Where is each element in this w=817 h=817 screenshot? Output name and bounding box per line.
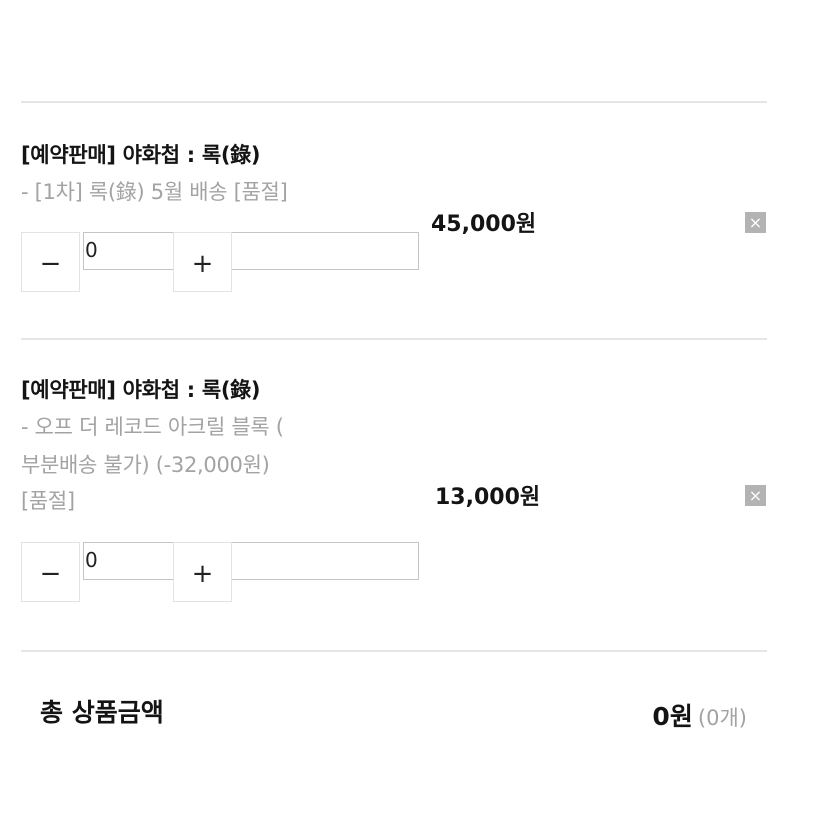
item-title: [예약판매] 야화첩 : 록(錄) (21, 378, 261, 402)
item-price: 45,000원 (431, 212, 537, 237)
minus-icon: − (39, 559, 62, 589)
increase-quantity-button[interactable]: + (173, 542, 232, 602)
item-option: - [1차] 록(錄) 5월 배송 [품절] (21, 180, 288, 204)
plus-icon: + (191, 249, 214, 279)
total-price: 0원 (652, 702, 693, 731)
item-price: 13,000원 (435, 485, 541, 510)
plus-icon: + (191, 559, 214, 589)
cart-item-2: [예약판매] 야화첩 : 록(錄) - 오프 더 레코드 아크릴 블록 ( 부분… (21, 338, 767, 650)
minus-icon: − (39, 249, 62, 279)
close-icon: × (748, 486, 763, 505)
cart-item-1: [예약판매] 야화첩 : 록(錄) - [1차] 록(錄) 5월 배송 [품절]… (21, 101, 767, 338)
item-option: - 오프 더 레코드 아크릴 블록 ( (21, 415, 284, 439)
divider-bottom (21, 650, 767, 652)
increase-quantity-button[interactable]: + (173, 232, 232, 292)
total-amount: 0원 (0개) (652, 697, 747, 733)
item-option: 부분배송 불가) (-32,000원) (21, 453, 270, 477)
quantity-input[interactable] (83, 543, 173, 577)
delete-item-button[interactable]: × (745, 485, 766, 506)
delete-item-button[interactable]: × (745, 212, 766, 233)
quantity-input[interactable] (83, 233, 173, 267)
quantity-stepper: − + (21, 232, 421, 294)
close-icon: × (748, 213, 763, 232)
decrease-quantity-button[interactable]: − (21, 232, 80, 292)
quantity-stepper: − + (21, 542, 421, 604)
item-title: [예약판매] 야화첩 : 록(錄) (21, 143, 261, 167)
decrease-quantity-button[interactable]: − (21, 542, 80, 602)
item-option: [품절] (21, 489, 75, 513)
total-count: (0개) (697, 706, 747, 730)
total-label: 총 상품금액 (40, 698, 164, 727)
